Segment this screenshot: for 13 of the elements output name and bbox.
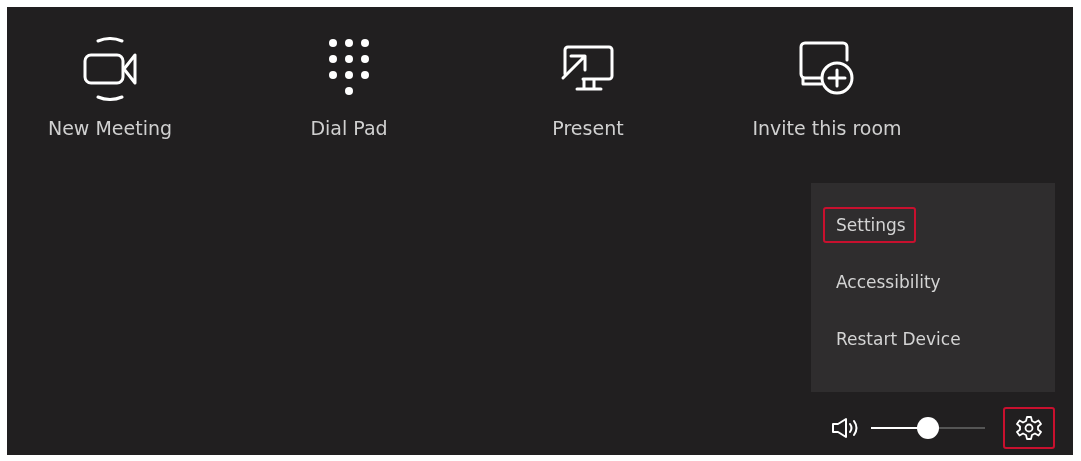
menu-item[interactable]: Settings xyxy=(823,207,916,243)
action-button[interactable]: Dial Pad xyxy=(310,33,388,139)
action-button[interactable]: New Meeting xyxy=(47,33,173,139)
speaker-icon[interactable] xyxy=(831,417,859,439)
menu-item[interactable]: Restart Device xyxy=(823,321,971,357)
action-button[interactable]: Present xyxy=(552,33,624,139)
settings-icon xyxy=(1016,415,1042,441)
menu-item[interactable]: Accessibility xyxy=(823,264,951,300)
action-button[interactable]: Invite this room xyxy=(752,33,902,139)
present-screen-icon xyxy=(559,44,617,94)
video-camera-icon xyxy=(82,37,138,101)
settings-button[interactable] xyxy=(1003,407,1055,449)
slider-thumb[interactable] xyxy=(917,417,939,439)
